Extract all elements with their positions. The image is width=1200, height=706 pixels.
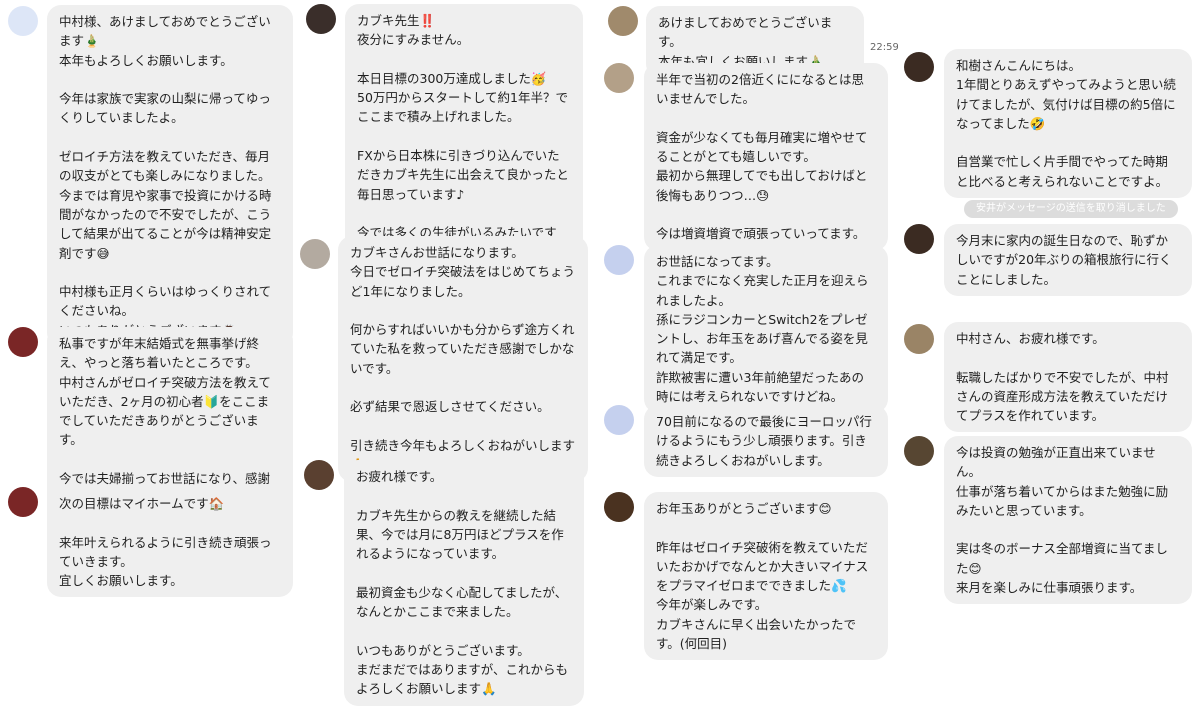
message-bubble: 今は投資の勉強が正直出来ていません。 仕事が落ち着いてからはまた勉強に励みたいと…: [944, 436, 1192, 605]
avatar: [8, 327, 38, 357]
message-bubble: 半年で当初の2倍近くにになるとは思いませんでした。 資金が少なくても毎月確実に増…: [644, 63, 888, 251]
avatar: [306, 4, 336, 34]
avatar: [904, 436, 934, 466]
message-bubble: 70目前になるので最後にヨーロッパ行けるようにもう少し頑張ります。引き続きよろし…: [644, 405, 888, 477]
avatar: [608, 6, 638, 36]
message-bubble: カブキさんお世話になります。 今日でゼロイチ突破法をはじめてちょうど1年になりま…: [338, 236, 588, 482]
message-bubble: お年玉ありがとうございます😊 昨年はゼロイチ突破術を教えていただいたおかげでなん…: [644, 492, 888, 661]
message-bubble: お疲れ様です。 カブキ先生からの教えを継続した結果、今では月に8万円ほどプラスを…: [344, 460, 584, 706]
avatar: [604, 405, 634, 435]
system-notice-unsent: 安井がメッセージの送信を取り消しました: [964, 200, 1178, 218]
avatar: [300, 239, 330, 269]
avatar: [304, 460, 334, 490]
message-bubble: 今月末に家内の誕生日なので、恥ずかしいですが20年ぶりの箱根旅行に行くことにしま…: [944, 224, 1192, 296]
chat-column-2: カブキ先生‼️ 夜分にすみません。 本日目標の300万達成しました🥳 50万円か…: [298, 0, 598, 706]
chat-column-1: 中村様、あけましておめでとうございます🎍 本年もよろしくお願いします。 今年は家…: [0, 0, 298, 675]
message-timestamp: 22:59: [870, 42, 899, 53]
avatar: [904, 224, 934, 254]
message-bubble: 中村様、あけましておめでとうございます🎍 本年もよろしくお願いします。 今年は家…: [47, 5, 293, 348]
avatar: [8, 487, 38, 517]
avatar: [8, 6, 38, 36]
avatar: [904, 52, 934, 82]
message-bubble: お世話になってます。 これまでになく充実した正月を迎えられましたよ。 孫にラジコ…: [644, 245, 888, 414]
avatar: [604, 245, 634, 275]
message-bubble: 和樹さんこんにちは。 1年間とりあえずやってみようと思い続けてましたが、気付けば…: [944, 49, 1192, 199]
chat-column-3: あけましておめでとうございます。 本年も宜しくお願いします🎍 22:59 半年で…: [598, 0, 899, 675]
avatar: [604, 492, 634, 522]
message-bubble: 次の目標はマイホームです🏠 来年叶えられるように引き続き頑張っていきます。 宜し…: [47, 487, 293, 598]
avatar: [604, 63, 634, 93]
avatar: [904, 324, 934, 354]
message-bubble: 中村さん、お疲れ様です。 転職したばかりで不安でしたが、中村さんの資産形成方法を…: [944, 322, 1192, 433]
chat-column-4: 和樹さんこんにちは。 1年間とりあえずやってみようと思い続けてましたが、気付けば…: [898, 0, 1200, 675]
